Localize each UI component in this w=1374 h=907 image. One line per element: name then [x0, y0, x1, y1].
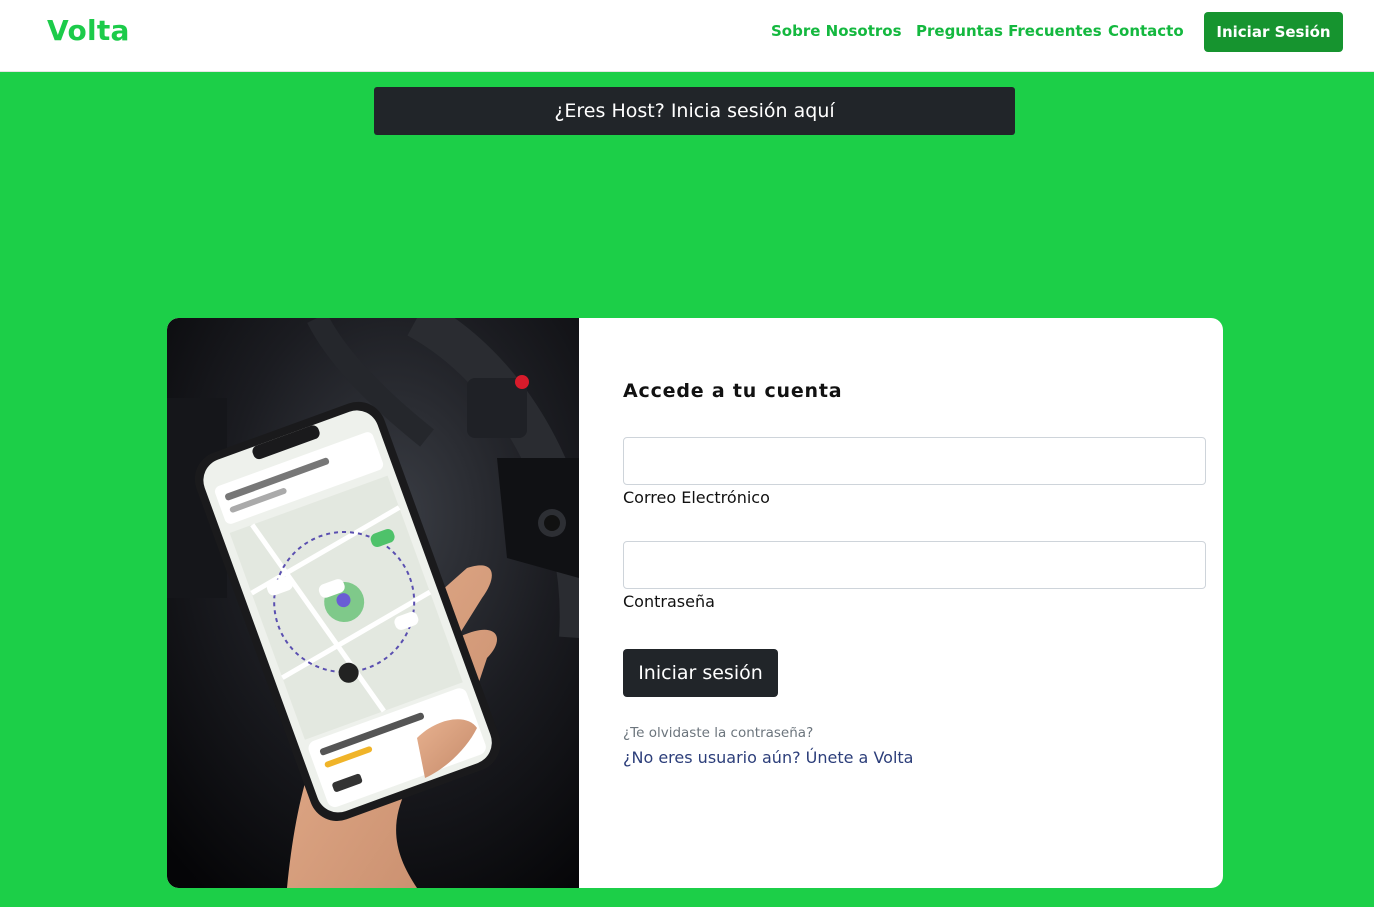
form-title: Accede a tu cuenta: [623, 380, 843, 402]
login-form: Accede a tu cuenta Correo Electrónico Co…: [623, 318, 1206, 888]
email-input[interactable]: [623, 437, 1206, 485]
nav-login-button[interactable]: Iniciar Sesión: [1204, 12, 1343, 52]
phone-map-illustration: [167, 318, 579, 888]
nav-link-contacto[interactable]: Contacto: [1108, 22, 1184, 40]
nav-link-sobre-nosotros[interactable]: Sobre Nosotros: [771, 22, 902, 40]
login-card: Accede a tu cuenta Correo Electrónico Co…: [167, 318, 1223, 888]
brand-logo[interactable]: Volta: [47, 14, 130, 47]
host-login-button[interactable]: ¿Eres Host? Inicia sesión aquí: [374, 87, 1015, 135]
top-navbar: Volta Sobre Nosotros Preguntas Frecuente…: [0, 0, 1374, 72]
nav-link-preguntas-frecuentes[interactable]: Preguntas Frecuentes: [916, 22, 1102, 40]
phone-map-photo: [167, 318, 579, 888]
password-label: Contraseña: [623, 592, 715, 611]
password-input[interactable]: [623, 541, 1206, 589]
forgot-password-link[interactable]: ¿Te olvidaste la contraseña?: [623, 725, 813, 741]
hero-section: ¿Eres Host? Inicia sesión aquí Accede a …: [0, 72, 1374, 907]
join-volta-link[interactable]: ¿No eres usuario aún? Únete a Volta: [623, 748, 913, 767]
login-submit-button[interactable]: Iniciar sesión: [623, 649, 778, 697]
email-label: Correo Electrónico: [623, 488, 770, 507]
